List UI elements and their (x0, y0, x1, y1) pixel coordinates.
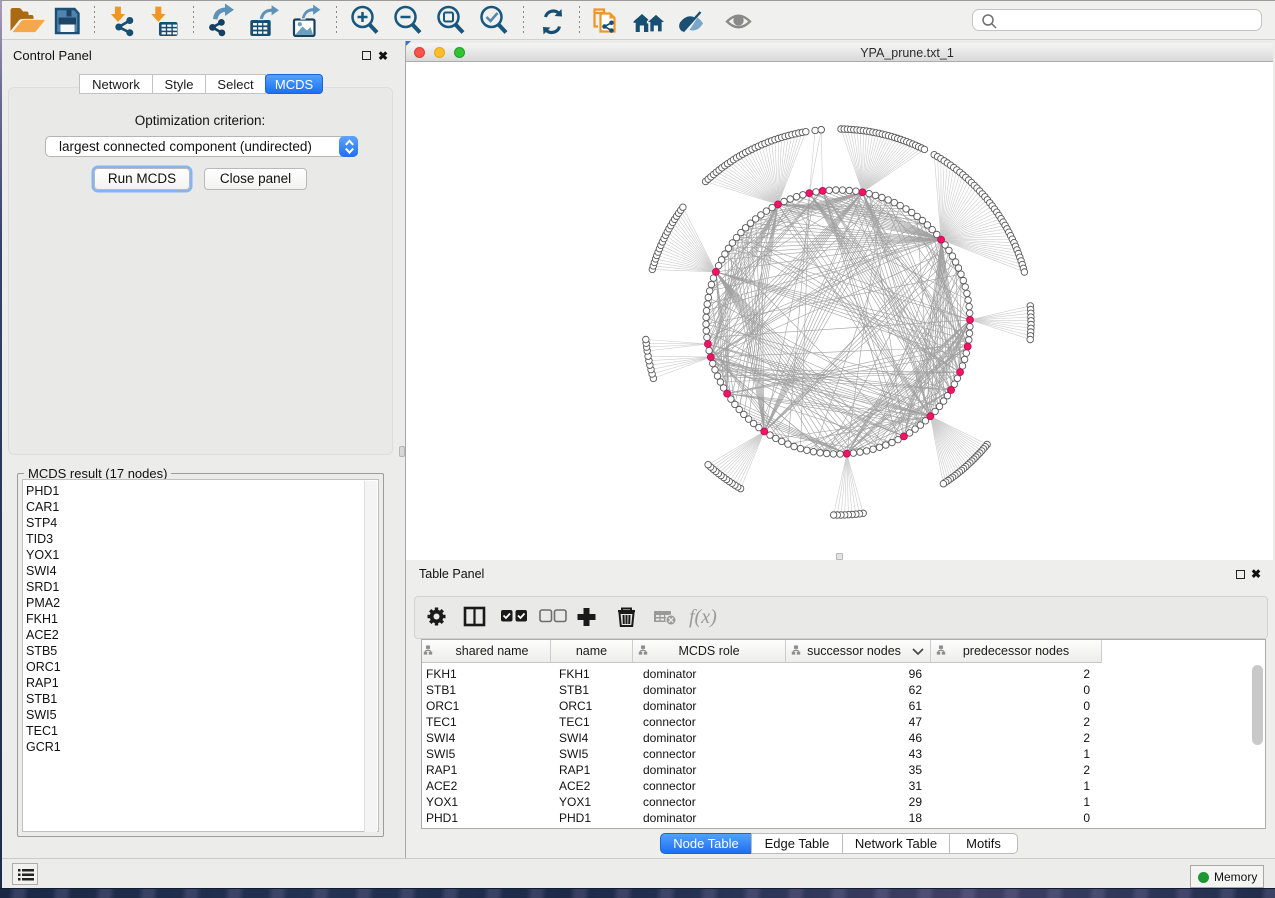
svg-text:f(x): f(x) (689, 606, 717, 628)
